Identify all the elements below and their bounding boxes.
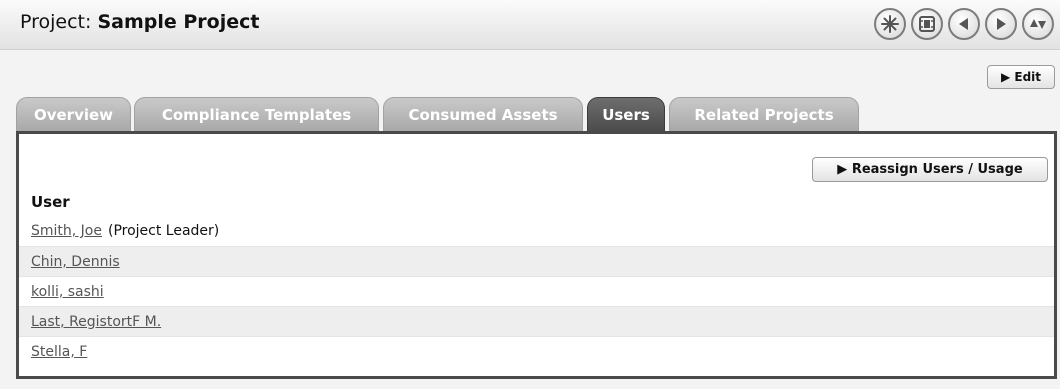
reassign-users-button[interactable]: ▶ Reassign Users / Usage	[812, 157, 1048, 182]
users-panel: ▶ Reassign Users / Usage User Smith, Joe…	[16, 131, 1057, 379]
asterisk-button[interactable]	[874, 8, 906, 40]
project-name: Sample Project	[97, 11, 260, 33]
up-down-arrows-icon	[1030, 19, 1046, 29]
tab-consumed-assets[interactable]: Consumed Assets	[383, 97, 583, 131]
table-row: kolli, sashi	[19, 276, 1054, 306]
back-arrow-icon	[959, 18, 968, 30]
tab-related-projects[interactable]: Related Projects	[669, 97, 859, 131]
back-button[interactable]	[948, 8, 980, 40]
page-title: Project: Sample Project	[20, 10, 259, 34]
table-row: Chin, Dennis	[19, 246, 1054, 276]
edit-button[interactable]: ▶ Edit	[987, 65, 1055, 89]
header-bar: Project: Sample Project	[0, 0, 1060, 50]
user-column-header: User	[31, 193, 70, 211]
user-link[interactable]: Stella, F	[31, 344, 87, 360]
project-page: Project: Sample Project ▶ Edit Overview …	[0, 0, 1060, 389]
tab-compliance-templates[interactable]: Compliance Templates	[134, 97, 379, 131]
table-row: Smith, Joe (Project Leader)	[19, 216, 1054, 246]
film-icon	[919, 16, 935, 32]
forward-arrow-icon	[997, 18, 1006, 30]
user-link[interactable]: Last, RegistortF M.	[31, 314, 161, 330]
tab-users[interactable]: Users	[587, 97, 665, 132]
table-row: Stella, F	[19, 336, 1054, 366]
forward-button[interactable]	[985, 8, 1017, 40]
user-link[interactable]: Smith, Joe	[31, 223, 102, 239]
expand-collapse-button[interactable]	[1022, 8, 1054, 40]
tab-overview[interactable]: Overview	[16, 97, 131, 131]
table-row: Last, RegistortF M.	[19, 306, 1054, 336]
user-link[interactable]: kolli, sashi	[31, 284, 104, 300]
user-role: (Project Leader)	[107, 223, 220, 239]
title-prefix: Project:	[20, 11, 92, 33]
header-controls	[874, 8, 1054, 40]
user-list: Smith, Joe (Project Leader) Chin, Dennis …	[19, 216, 1054, 366]
asterisk-icon	[881, 15, 899, 33]
film-button[interactable]	[911, 8, 943, 40]
user-link[interactable]: Chin, Dennis	[31, 254, 120, 270]
